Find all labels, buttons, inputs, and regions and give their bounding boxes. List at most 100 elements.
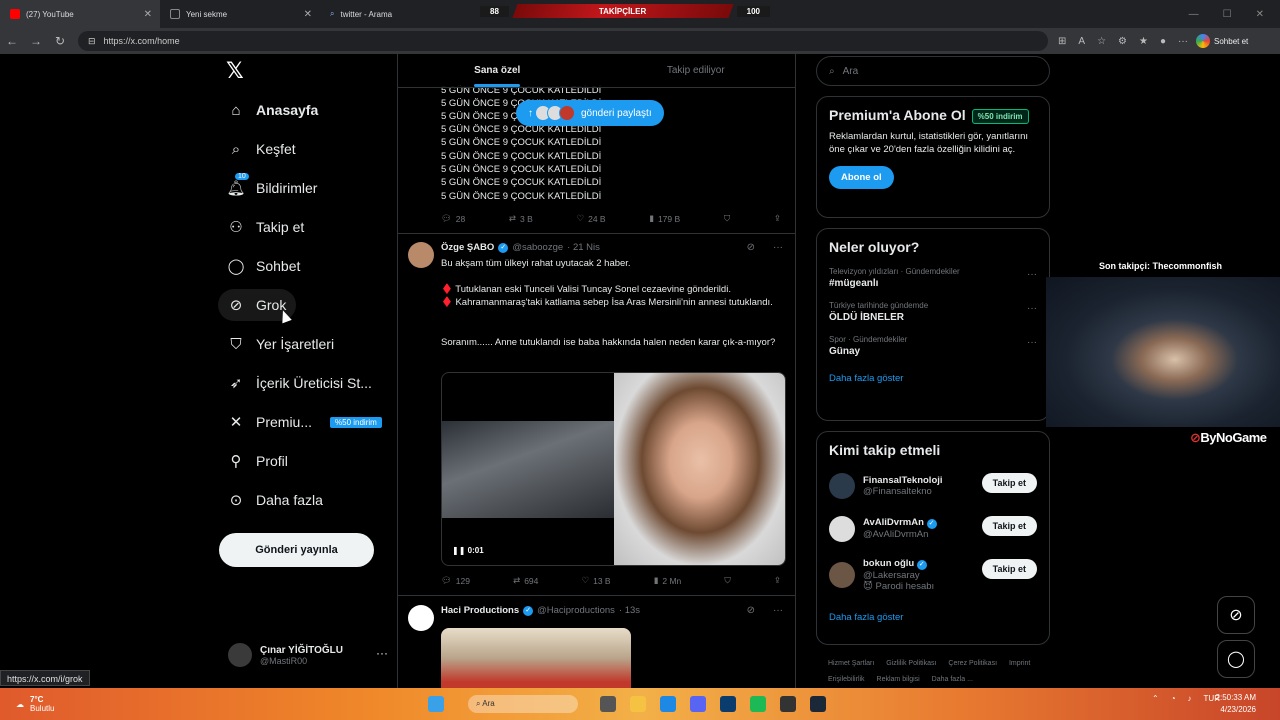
read-aloud-icon[interactable]: A (1078, 36, 1085, 47)
favorite-star-icon[interactable]: ☆ (1097, 36, 1106, 47)
follow-button[interactable]: Takip et (981, 559, 1037, 579)
footer-link[interactable]: Erişilebilirlik (828, 676, 865, 683)
nav-home[interactable]: ⌂ Anasayfa (218, 94, 328, 126)
footer-link[interactable]: Çerez Politikası (948, 660, 997, 667)
refresh-icon[interactable]: ↻ (48, 34, 72, 48)
favorites-icon[interactable]: ★ (1139, 36, 1148, 47)
task-view-icon[interactable] (600, 696, 616, 712)
bookmark-button[interactable]: ⛉ (724, 213, 730, 224)
more-icon[interactable]: ··· (773, 605, 783, 616)
author-name[interactable]: Haci Productions (441, 605, 519, 616)
show-new-posts-button[interactable]: ↑ gönderi paylaştı (516, 100, 664, 126)
avatar[interactable] (408, 605, 434, 631)
nav-profile[interactable]: ⚲ Profil (218, 445, 298, 477)
volume-icon[interactable]: ♪ (1188, 694, 1192, 703)
close-tab-icon[interactable]: ✕ (144, 9, 152, 20)
post-image[interactable] (441, 628, 631, 688)
discord-icon[interactable] (690, 696, 706, 712)
nav-more[interactable]: ⊙ Daha fazla (218, 484, 333, 516)
nav-bookmarks[interactable]: ⛉ Yer İşaretleri (218, 328, 344, 360)
start-icon[interactable] (428, 696, 444, 712)
show-more-link[interactable]: Daha fazla göster (829, 373, 1037, 384)
edge-icon[interactable] (660, 696, 676, 712)
show-more-link[interactable]: Daha fazla göster (829, 612, 1037, 623)
views-button[interactable]: ▮ 179 B (649, 213, 680, 224)
photoshop-icon[interactable] (720, 696, 736, 712)
tab-following[interactable]: Takip ediliyor (597, 54, 796, 87)
tab-youtube[interactable]: (27) YouTube ✕ (0, 0, 160, 28)
follow-button[interactable]: Takip et (981, 516, 1037, 536)
weather-widget[interactable]: ☁ 7°C Bulutlu (16, 695, 54, 713)
more-icon[interactable]: ··· (1027, 303, 1037, 314)
tab-for-you[interactable]: Sana özel (398, 54, 597, 87)
grok-float-button[interactable]: ⊘ (1217, 596, 1255, 634)
bookmark-button[interactable]: ⛉ (724, 575, 730, 586)
wifi-icon[interactable]: ◔ (1171, 694, 1176, 703)
footer-link[interactable]: Gizlilik Politikası (886, 660, 936, 667)
tab-search[interactable]: ⌕ twitter - Arama (320, 0, 480, 28)
menu-more-icon[interactable]: ··· (1178, 36, 1188, 47)
profile-avatar-icon[interactable]: ● (1160, 36, 1166, 47)
author-name[interactable]: Özge ŞABO (441, 242, 494, 253)
reply-button[interactable]: 💬︎ 28 (441, 213, 465, 224)
share-button[interactable]: ⇪ (774, 575, 781, 586)
follow-button[interactable]: Takip et (981, 473, 1037, 493)
back-icon[interactable]: ← (0, 34, 24, 48)
avatar[interactable] (408, 242, 434, 268)
chatgpt-icon[interactable] (780, 696, 796, 712)
footer-link[interactable]: Imprint (1009, 660, 1030, 667)
footer-link[interactable]: Reklam bilgisi (877, 676, 920, 683)
subscribe-button[interactable]: Abone ol (829, 166, 894, 189)
post-date[interactable]: · 21 Nis (567, 242, 600, 253)
steam-icon[interactable] (810, 696, 826, 712)
nav-premium[interactable]: ✕ Premiu... %50 indirim (218, 406, 392, 438)
app-install-icon[interactable]: ⊞ (1058, 36, 1066, 47)
reply-button[interactable]: 💬︎ 129 (441, 575, 470, 586)
forward-icon[interactable]: → (24, 34, 48, 48)
like-button[interactable]: ♡ 24 B (576, 213, 605, 224)
copilot-chat-button[interactable]: Sohbet et (1196, 34, 1248, 48)
post-video[interactable]: ❚❚ 0:01 (441, 372, 786, 566)
nav-creator-studio[interactable]: ➶ İçerik Üreticisi St... (218, 367, 382, 399)
minimize-icon[interactable]: — (1189, 9, 1199, 20)
share-button[interactable]: ⇪ (774, 213, 781, 224)
site-info-icon[interactable]: ⊟ (88, 36, 96, 47)
post-button[interactable]: Gönderi yayınla (219, 533, 374, 567)
author-handle[interactable]: @Haciproductions (537, 605, 615, 616)
views-button[interactable]: ▮ 2 Mn (654, 575, 682, 586)
file-explorer-icon[interactable] (630, 696, 646, 712)
close-window-icon[interactable]: ✕ (1256, 9, 1264, 20)
x-logo-icon[interactable]: 𝕏 (226, 60, 248, 82)
more-icon[interactable]: ··· (1027, 269, 1037, 280)
nav-chat[interactable]: ◯ Sohbet (218, 250, 310, 282)
chevron-up-icon[interactable]: ⌃ (1152, 694, 1159, 703)
grok-icon[interactable]: ⊘ (747, 242, 755, 253)
close-tab-icon[interactable]: ✕ (304, 9, 312, 20)
url-field[interactable]: ⊟ https://x.com/home (78, 31, 1048, 51)
nav-explore[interactable]: ⌕ Keşfet (218, 133, 306, 165)
more-icon[interactable]: ··· (1027, 337, 1037, 348)
taskbar-search[interactable]: ⌕ Ara (468, 695, 578, 713)
repost-button[interactable]: ⇄ 694 (513, 575, 538, 586)
more-icon[interactable]: ··· (376, 646, 388, 660)
search-input[interactable]: ⌕ Ara (816, 56, 1050, 86)
trend-item[interactable]: Türkiye tarihinde gündemde ÖLDÜ İBNELER … (829, 301, 1037, 323)
clock[interactable]: 2:50:33 AM 4/23/2026 (1216, 692, 1256, 716)
author-handle[interactable]: @saboozge (512, 242, 563, 253)
follow-suggestion[interactable]: AvAliDvrmAn ✓ @AvAliDvrmAn Takip et (829, 507, 1037, 550)
grok-icon[interactable]: ⊘ (747, 605, 755, 616)
trend-item[interactable]: Televizyon yıldızları · Gündemdekiler #m… (829, 267, 1037, 289)
footer-link[interactable]: Daha fazla ... (932, 676, 973, 683)
repost-button[interactable]: ⇄ 3 B (509, 213, 533, 224)
account-switcher[interactable]: Çınar YİĞİTOĞLU @MastiR00 ··· (228, 640, 388, 670)
footer-link[interactable]: Hizmet Şartları (828, 660, 874, 667)
messages-float-button[interactable]: ◯ (1217, 640, 1255, 678)
tab-new[interactable]: Yeni sekme ✕ (160, 0, 320, 28)
more-icon[interactable]: ··· (773, 242, 783, 253)
follow-suggestion[interactable]: bokun oğlu ✓ @Lakersaray 😈 Parodi hesabı… (829, 550, 1037, 600)
maximize-icon[interactable]: ☐ (1223, 9, 1232, 20)
nav-notifications[interactable]: 🔔︎ 10 Bildirimler (218, 172, 327, 204)
post-date[interactable]: · 13s (619, 605, 640, 616)
nav-follow[interactable]: ⚇ Takip et (218, 211, 314, 243)
follow-suggestion[interactable]: FinansalTeknoloji @Finansaltekno Takip e… (829, 464, 1037, 507)
